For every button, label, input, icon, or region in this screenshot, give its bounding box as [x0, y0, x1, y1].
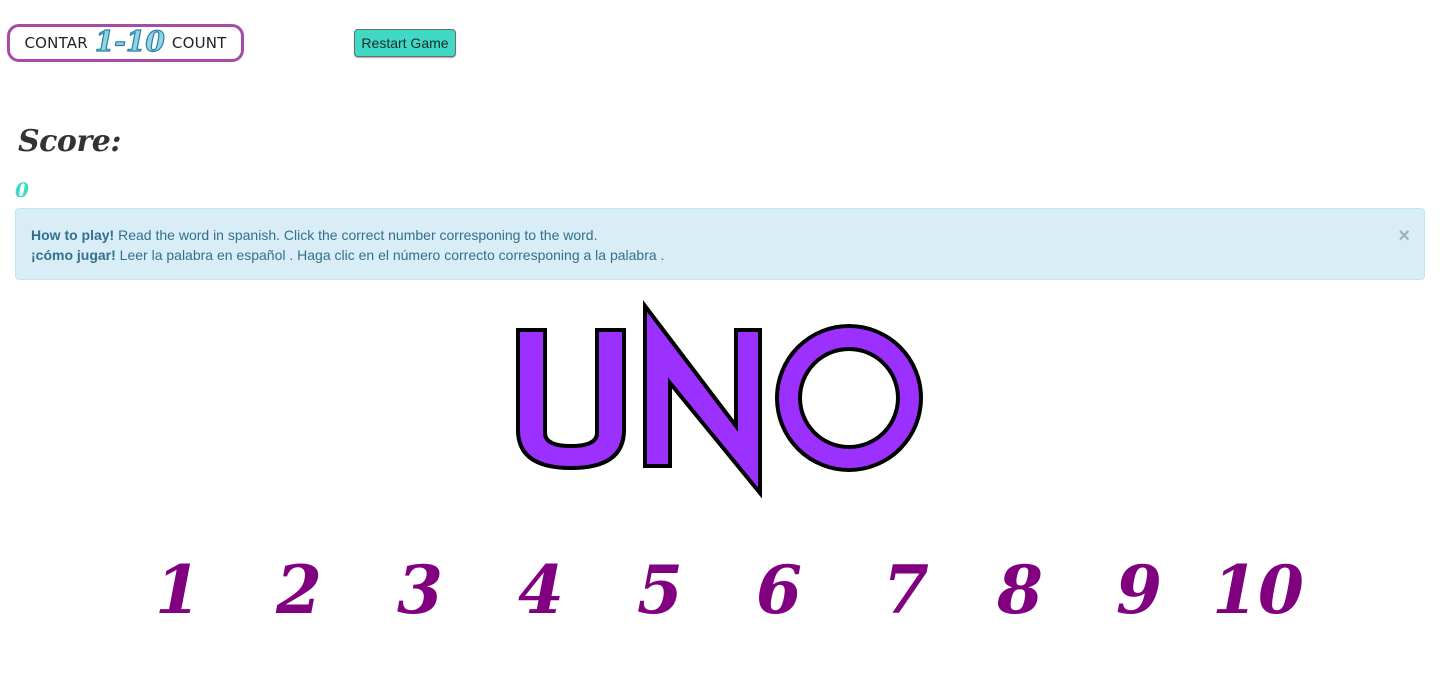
logo-range-text: 1-10 — [94, 25, 165, 58]
spanish-word-display — [500, 298, 940, 499]
close-icon[interactable]: × — [1398, 226, 1410, 246]
number-choice-10[interactable]: 10 — [1208, 545, 1308, 635]
alert-heading-spanish: ¡cómo jugar! — [31, 247, 116, 263]
number-choice-9[interactable]: 9 — [1089, 545, 1189, 635]
score-label: Score: — [18, 124, 121, 159]
number-choice-7[interactable]: 7 — [856, 545, 956, 635]
number-choice-6[interactable]: 6 — [729, 545, 829, 635]
word-letter-u — [516, 328, 626, 471]
alert-heading-english: How to play! — [31, 227, 115, 243]
game-page: CONTAR 1-10 COUNT Restart Game Score: 0 … — [0, 0, 1440, 686]
restart-game-button[interactable]: Restart Game — [354, 29, 456, 57]
score-value: 0 — [15, 178, 29, 202]
number-choice-1[interactable]: 1 — [128, 545, 228, 635]
logo-count-text: COUNT — [171, 34, 227, 52]
word-letter-n — [643, 300, 762, 499]
number-choice-3[interactable]: 3 — [370, 545, 470, 635]
alert-line-english: How to play! Read the word in spanish. C… — [31, 225, 1384, 245]
logo-contar-text: CONTAR — [24, 34, 88, 52]
alert-text-spanish: Leer la palabra en español . Haga clic e… — [115, 247, 665, 263]
word-letter-o — [774, 324, 924, 472]
number-choice-5[interactable]: 5 — [610, 545, 710, 635]
word-art-svg — [516, 300, 924, 499]
number-choices: 1 2 3 4 5 6 7 8 9 10 — [0, 545, 1440, 635]
alert-line-spanish: ¡cómo jugar! Leer la palabra en español … — [31, 245, 1384, 265]
how-to-play-alert: How to play! Read the word in spanish. C… — [15, 208, 1425, 280]
number-choice-4[interactable]: 4 — [491, 545, 591, 635]
alert-text-english: Read the word in spanish. Click the corr… — [114, 227, 598, 243]
number-choice-8[interactable]: 8 — [970, 545, 1070, 635]
number-choice-2[interactable]: 2 — [249, 545, 349, 635]
app-logo: CONTAR 1-10 COUNT — [7, 24, 244, 62]
